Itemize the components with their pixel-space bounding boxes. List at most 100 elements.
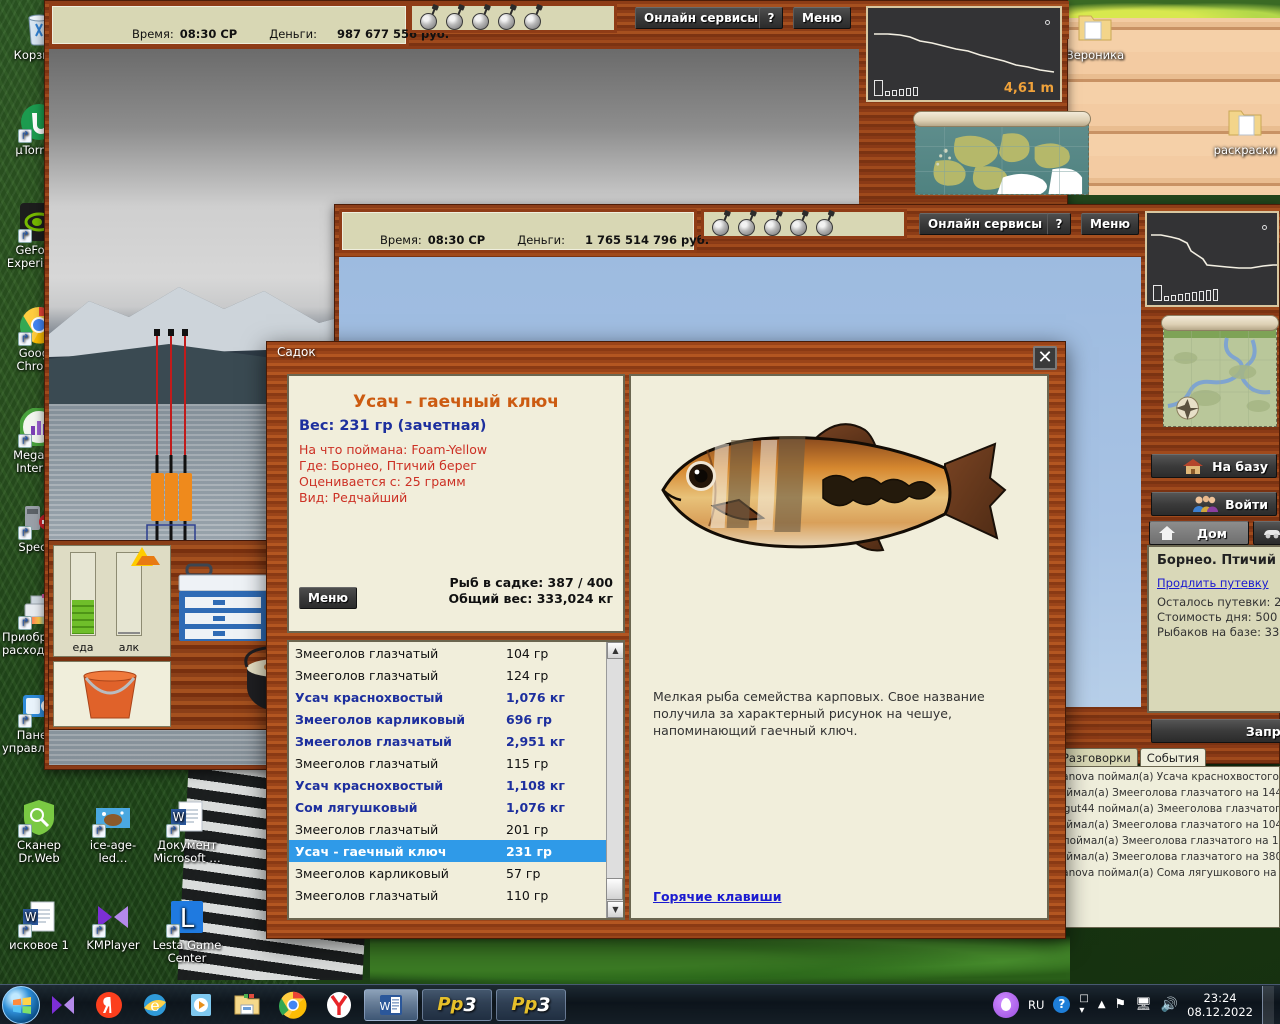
game1-help-button[interactable]: ? xyxy=(759,7,783,29)
desktop-icon-iskovoe-1[interactable]: W исковое 1 xyxy=(2,898,76,952)
start-button[interactable] xyxy=(2,986,40,1024)
tab-home-button[interactable]: Дом xyxy=(1149,521,1249,545)
bans-button[interactable]: Запреты... xyxy=(1151,719,1280,743)
taskbar-window-rf3-1[interactable]: Рр3 xyxy=(422,989,492,1021)
taskbar-icon-yandex[interactable] xyxy=(316,987,362,1023)
fish-list-row[interactable]: Змееголов карликовый696 гр xyxy=(289,708,606,730)
shortcut-arrow-icon xyxy=(166,924,180,938)
chat-log[interactable]: ivanova поймал(а) Усача краснохвостого н… xyxy=(1046,766,1280,928)
rod-slot-2[interactable] xyxy=(736,212,758,236)
extend-ticket-link[interactable]: Продлить путевку xyxy=(1157,576,1269,591)
rod-slot-5[interactable] xyxy=(522,6,544,30)
game2-rod-bar[interactable] xyxy=(701,209,907,239)
scroll-down-icon[interactable]: ▼ xyxy=(607,901,624,918)
fish-list-row[interactable]: Змееголов глазчатый104 гр xyxy=(289,642,606,664)
fish-list-row[interactable]: Змееголов карликовый57 гр xyxy=(289,862,606,884)
sadok-menu-button[interactable]: Меню xyxy=(299,587,357,609)
image-file-icon xyxy=(94,798,132,836)
tackle-box-icon[interactable] xyxy=(177,561,269,647)
alice-icon[interactable] xyxy=(993,992,1019,1018)
enter-button[interactable]: Войти xyxy=(1151,492,1277,516)
taskbar-icon-chrome[interactable] xyxy=(270,987,316,1023)
chat-tab-talks[interactable]: Разговорки xyxy=(1055,748,1138,767)
tray-expand-icon[interactable]: □▾ xyxy=(1079,993,1088,1017)
sadok-dialog[interactable]: Садок ✕ Усач - гаечный ключ Вес: 231 гр … xyxy=(266,341,1066,939)
chat-tabs[interactable]: Разговорки События xyxy=(1055,748,1206,767)
fish-info-panel: Усач - гаечный ключ Вес: 231 гр (зачетна… xyxy=(287,374,625,633)
game2-sonar[interactable] xyxy=(1145,211,1279,307)
game1-sonar[interactable]: 4,61 m xyxy=(866,6,1062,102)
day-cost-line: Стоимость дня: 500 000 руб. xyxy=(1157,610,1280,625)
game1-online-services-button[interactable]: Онлайн сервисы xyxy=(635,7,767,29)
tray-language[interactable]: RU xyxy=(1028,998,1044,1012)
wall-icon-veronika[interactable]: Вероника xyxy=(1058,8,1132,62)
scroll-thumb[interactable] xyxy=(606,878,623,900)
desktop-icon-kmplayer[interactable]: KMPlayer xyxy=(76,898,150,952)
show-desktop-button[interactable] xyxy=(1262,986,1274,1024)
fish-list-row[interactable]: Змееголов глазчатый115 гр xyxy=(289,752,606,774)
taskbar-window-word[interactable]: W xyxy=(364,989,418,1021)
rod-slot-2[interactable] xyxy=(444,6,466,30)
rod-slot-1[interactable] xyxy=(710,212,732,236)
fish-list-row[interactable]: Усач краснохвостый1,108 кг xyxy=(289,774,606,796)
fish-row-weight: 201 гр xyxy=(506,822,598,837)
game2-online-services-button[interactable]: Онлайн сервисы xyxy=(919,213,1051,235)
shortcut-arrow-icon xyxy=(166,824,180,838)
scroll-up-icon[interactable]: ▲ xyxy=(607,642,624,659)
taskbar-icon-internet-explorer[interactable]: e xyxy=(132,987,178,1023)
taskbar-window-rf3-2[interactable]: Рр3 xyxy=(496,989,566,1021)
desktop-icon-word-document[interactable]: W Документ Microsoft … xyxy=(150,798,224,865)
game2-map[interactable] xyxy=(1161,315,1279,427)
system-tray[interactable]: RU ? □▾ ▲ ⚑ 🖥 🔊 23:24 08.12.2022 xyxy=(993,986,1280,1024)
folder-icon xyxy=(1226,103,1264,141)
taskbar-icon-explorer[interactable] xyxy=(224,987,270,1023)
fish-list-row[interactable]: Змееголов глазчатый110 гр xyxy=(289,884,606,906)
game1-menu-button[interactable]: Меню xyxy=(793,7,851,29)
rod-slot-5[interactable] xyxy=(814,212,836,236)
fish-list-row[interactable]: Усач краснохвостый1,076 кг xyxy=(289,686,606,708)
rod-slot-1[interactable] xyxy=(418,6,440,30)
game1-rod-bar[interactable] xyxy=(409,3,617,33)
tray-network-icon[interactable]: ⚑ xyxy=(1115,997,1127,1012)
fish-list-row[interactable]: Змееголов глазчатый201 гр xyxy=(289,818,606,840)
taskbar[interactable]: e xyxy=(0,984,1280,1024)
game2-help-button[interactable]: ? xyxy=(1047,213,1071,235)
rod-slot-4[interactable] xyxy=(788,212,810,236)
go-to-base-button[interactable]: На базу xyxy=(1151,454,1277,478)
tray-volume-icon[interactable]: 🔊 xyxy=(1161,997,1178,1013)
rod-slot-3[interactable] xyxy=(762,212,784,236)
fish-list-row[interactable]: Усач - гаечный ключ231 гр xyxy=(289,840,606,862)
lesta-game-center-icon: L xyxy=(168,898,206,936)
taskbar-clock[interactable]: 23:24 08.12.2022 xyxy=(1187,991,1253,1019)
wall-icon-label: Вероника xyxy=(1066,48,1124,62)
fish-list-row[interactable]: Сом лягушковый1,076 кг xyxy=(289,796,606,818)
close-icon[interactable]: ✕ xyxy=(1033,346,1057,370)
desktop-icon-lesta-game-center[interactable]: L Lesta Game Center xyxy=(150,898,224,965)
game1-map[interactable] xyxy=(913,111,1091,195)
sonar-depth-segments xyxy=(874,80,918,96)
taskbar-icon-yandex-browser[interactable] xyxy=(86,987,132,1023)
bucket-slot[interactable] xyxy=(53,661,171,727)
tray-monitor-icon[interactable]: 🖥 xyxy=(1135,997,1152,1012)
rod-slot-4[interactable] xyxy=(496,6,518,30)
chat-tab-events[interactable]: События xyxy=(1140,748,1206,767)
fish-list-row[interactable]: Змееголов глазчатый2,951 кг xyxy=(289,730,606,752)
desktop-icon-drweb-scanner[interactable]: Сканер Dr.Web xyxy=(2,798,76,865)
desktop-icon-ice-age-image[interactable]: ice-age-led… xyxy=(76,798,150,865)
fish-list-row[interactable]: Змееголов глазчатый124 гр xyxy=(289,664,606,686)
hotkeys-link[interactable]: Горячие клавиши xyxy=(653,889,781,904)
taskbar-icon-media-player[interactable] xyxy=(178,987,224,1023)
fish-list-panel[interactable]: Змееголов глазчатый104 грЗмееголов глазч… xyxy=(287,640,625,920)
food-gauge[interactable] xyxy=(70,552,96,636)
fish-list-scrollbar[interactable]: ▲ ▼ xyxy=(606,642,623,918)
fish-row-weight: 231 гр xyxy=(506,844,598,859)
taskbar-icon-kmplayer[interactable] xyxy=(40,987,86,1023)
rod-slot-3[interactable] xyxy=(470,6,492,30)
chat-line: е поймал(а) Змееголова глазчатого на 110 xyxy=(1047,833,1279,849)
tab-base-button[interactable]: База xyxy=(1253,521,1280,545)
fish-list[interactable]: Змееголов глазчатый104 грЗмееголов глазч… xyxy=(289,642,606,918)
tray-help-icon[interactable]: ? xyxy=(1053,996,1070,1013)
tray-overflow-icon[interactable]: ▲ xyxy=(1098,999,1106,1010)
game2-menu-button[interactable]: Меню xyxy=(1081,213,1139,235)
wall-icon-raskraski[interactable]: раскраски xyxy=(1208,103,1280,157)
